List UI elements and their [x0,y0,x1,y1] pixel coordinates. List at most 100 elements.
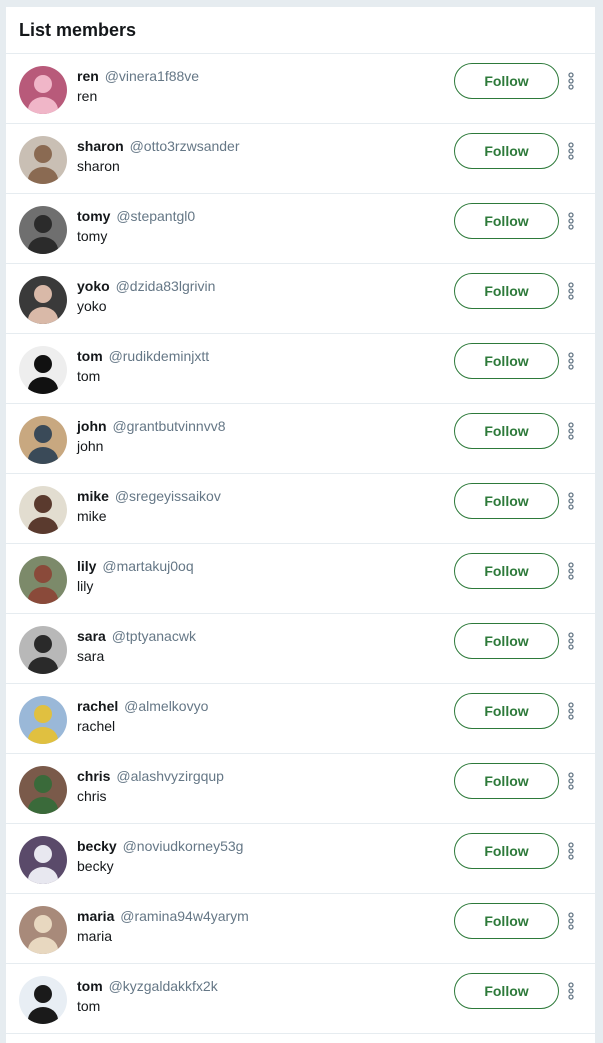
member-handle[interactable]: @martakuj0oq [102,558,193,574]
follow-button[interactable]: Follow [454,483,559,519]
avatar[interactable] [19,556,67,604]
more-options-icon[interactable] [565,840,577,862]
member-bio: sharon [77,158,120,174]
avatar[interactable] [19,766,67,814]
member-name[interactable]: ren [77,68,99,84]
member-name[interactable]: rachel [77,698,118,714]
more-options-icon[interactable] [565,490,577,512]
follow-button[interactable]: Follow [454,553,559,589]
list-item[interactable]: tom @kyzgaldakkfx2k tom Follow [6,964,595,1034]
avatar[interactable] [19,416,67,464]
member-handle[interactable]: @vinera1f88ve [105,68,199,84]
follow-button[interactable]: Follow [454,413,559,449]
follow-button[interactable]: Follow [454,63,559,99]
member-name[interactable]: yoko [77,278,110,294]
member-name[interactable]: mike [77,488,109,504]
more-options-icon[interactable] [565,70,577,92]
member-handle[interactable]: @noviudkorney53g [123,838,244,854]
member-name[interactable]: tomy [77,208,110,224]
list-item[interactable]: lily @martakuj0oq lily Follow [6,544,595,614]
list-item[interactable]: john @grantbutvinnvv8 john Follow [6,404,595,474]
more-options-icon[interactable] [565,630,577,652]
avatar[interactable] [19,206,67,254]
member-name[interactable]: sara [77,628,106,644]
avatar[interactable] [19,66,67,114]
list-item[interactable]: yoko @dzida83lgrivin yoko Follow [6,264,595,334]
member-name[interactable]: tom [77,348,103,364]
member-handle[interactable]: @stepantgl0 [116,208,195,224]
more-options-icon[interactable] [565,280,577,302]
member-name[interactable]: john [77,418,107,434]
more-options-icon[interactable] [565,210,577,232]
follow-button[interactable]: Follow [454,693,559,729]
member-handle[interactable]: @otto3rzwsander [130,138,240,154]
avatar[interactable] [19,696,67,744]
member-bio: sara [77,648,105,664]
member-info: maria @ramina94w4yarym maria [77,906,437,946]
follow-button[interactable]: Follow [454,133,559,169]
follow-button[interactable]: Follow [454,833,559,869]
list-item[interactable]: sara @tptyanacwk sara Follow [6,614,595,684]
member-bio: rachel [77,718,116,734]
list-item[interactable]: tomy @stepantgl0 tomy Follow [6,194,595,264]
member-name[interactable]: becky [77,838,117,854]
member-info: tomy @stepantgl0 tomy [77,206,437,246]
more-options-icon[interactable] [565,420,577,442]
list-item[interactable]: chris @alashvyzirgqup chris Follow [6,754,595,824]
more-options-icon[interactable] [565,140,577,162]
more-options-icon[interactable] [565,700,577,722]
more-options-icon[interactable] [565,560,577,582]
member-name[interactable]: tom [77,978,103,994]
member-name[interactable]: maria [77,908,114,924]
member-name[interactable]: lily [77,558,96,574]
follow-button[interactable]: Follow [454,623,559,659]
more-options-icon[interactable] [565,350,577,372]
avatar[interactable] [19,626,67,674]
avatar-image [19,486,67,534]
avatar-image [19,906,67,954]
list-item[interactable]: tom @rudikdeminjxtt tom Follow [6,334,595,404]
more-options-icon[interactable] [565,910,577,932]
member-handle[interactable]: @ramina94w4yarym [120,908,249,924]
list-item[interactable]: ren @vinera1f88ve ren Follow [6,54,595,124]
member-bio: ren [77,88,98,104]
member-name[interactable]: sharon [77,138,124,154]
avatar[interactable] [19,276,67,324]
member-handle[interactable]: @almelkovyo [124,698,208,714]
member-bio: john [77,438,104,454]
member-handle[interactable]: @kyzgaldakkfx2k [109,978,218,994]
member-handle[interactable]: @dzida83lgrivin [116,278,216,294]
follow-button[interactable]: Follow [454,343,559,379]
avatar-image [19,66,67,114]
list-item[interactable]: maria @ramina94w4yarym maria Follow [6,894,595,964]
member-handle[interactable]: @tptyanacwk [112,628,196,644]
member-bio: tom [77,368,101,384]
member-info: becky @noviudkorney53g becky [77,836,437,876]
list-item[interactable]: sharon @otto3rzwsander sharon Follow [6,124,595,194]
member-bio: tomy [77,228,108,244]
avatar-image [19,766,67,814]
member-info: yoko @dzida83lgrivin yoko [77,276,437,316]
member-handle[interactable]: @sregeyissaikov [115,488,221,504]
follow-button[interactable]: Follow [454,203,559,239]
member-handle[interactable]: @grantbutvinnvv8 [112,418,225,434]
follow-button[interactable]: Follow [454,973,559,1009]
avatar[interactable] [19,976,67,1024]
follow-button[interactable]: Follow [454,763,559,799]
avatar[interactable] [19,836,67,884]
list-item[interactable]: rachel @almelkovyo rachel Follow [6,684,595,754]
avatar[interactable] [19,906,67,954]
avatar[interactable] [19,136,67,184]
avatar[interactable] [19,486,67,534]
list-item[interactable]: mike @sregeyissaikov mike Follow [6,474,595,544]
more-options-icon[interactable] [565,770,577,792]
member-name[interactable]: chris [77,768,110,784]
follow-button[interactable]: Follow [454,903,559,939]
avatar[interactable] [19,346,67,394]
list-item[interactable]: becky @noviudkorney53g becky Follow [6,824,595,894]
member-handle[interactable]: @rudikdeminjxtt [109,348,210,364]
more-options-icon[interactable] [565,980,577,1002]
member-info: rachel @almelkovyo rachel [77,696,437,736]
follow-button[interactable]: Follow [454,273,559,309]
member-handle[interactable]: @alashvyzirgqup [116,768,224,784]
